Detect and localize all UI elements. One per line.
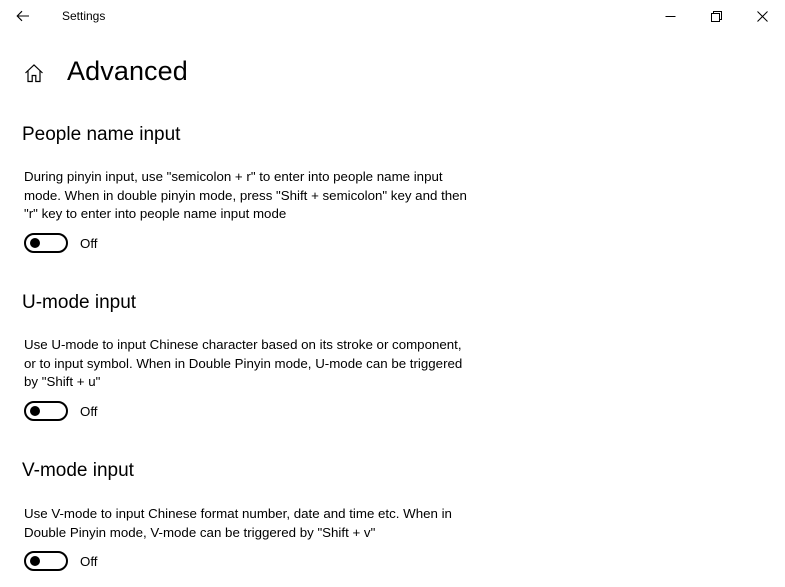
close-button[interactable] [739, 0, 785, 32]
settings-window: Settings Advanced People name input Duri… [0, 0, 785, 587]
close-icon [756, 10, 768, 22]
back-arrow-icon [16, 10, 29, 22]
section-v-mode-input: V-mode input Use V-mode to input Chinese… [22, 460, 482, 571]
toggle-switch[interactable] [24, 233, 68, 253]
back-button[interactable] [0, 0, 46, 32]
people-name-input-toggle[interactable]: Off [24, 233, 98, 253]
toggle-switch[interactable] [24, 551, 68, 571]
toggle-state-label: Off [80, 235, 98, 251]
toggle-state-label: Off [80, 553, 98, 569]
toggle-switch[interactable] [24, 401, 68, 421]
title-bar: Settings [0, 0, 785, 32]
section-description: Use V-mode to input Chinese format numbe… [24, 506, 452, 540]
toggle-knob [30, 238, 40, 248]
section-title: U-mode input [22, 292, 137, 313]
section-title: People name input [22, 124, 181, 145]
home-icon [25, 64, 43, 83]
u-mode-input-toggle[interactable]: Off [24, 401, 98, 421]
section-title: V-mode input [22, 460, 134, 481]
restore-icon [710, 10, 722, 22]
restore-button[interactable] [693, 0, 739, 32]
minimize-button[interactable] [647, 0, 693, 32]
toggle-knob [30, 406, 40, 416]
section-description: During pinyin input, use "semicolon + r"… [24, 169, 467, 222]
minimize-icon [665, 15, 675, 17]
section-people-name-input: People name input During pinyin input, u… [22, 124, 482, 253]
section-u-mode-input: U-mode input Use U-mode to input Chinese… [22, 292, 482, 421]
toggle-knob [30, 556, 40, 566]
toggle-state-label: Off [80, 403, 98, 419]
home-button[interactable] [22, 61, 46, 85]
app-title: Settings [62, 9, 106, 23]
v-mode-input-toggle[interactable]: Off [24, 551, 98, 571]
section-description: Use U-mode to input Chinese character ba… [24, 337, 463, 390]
page-title: Advanced [67, 56, 188, 86]
